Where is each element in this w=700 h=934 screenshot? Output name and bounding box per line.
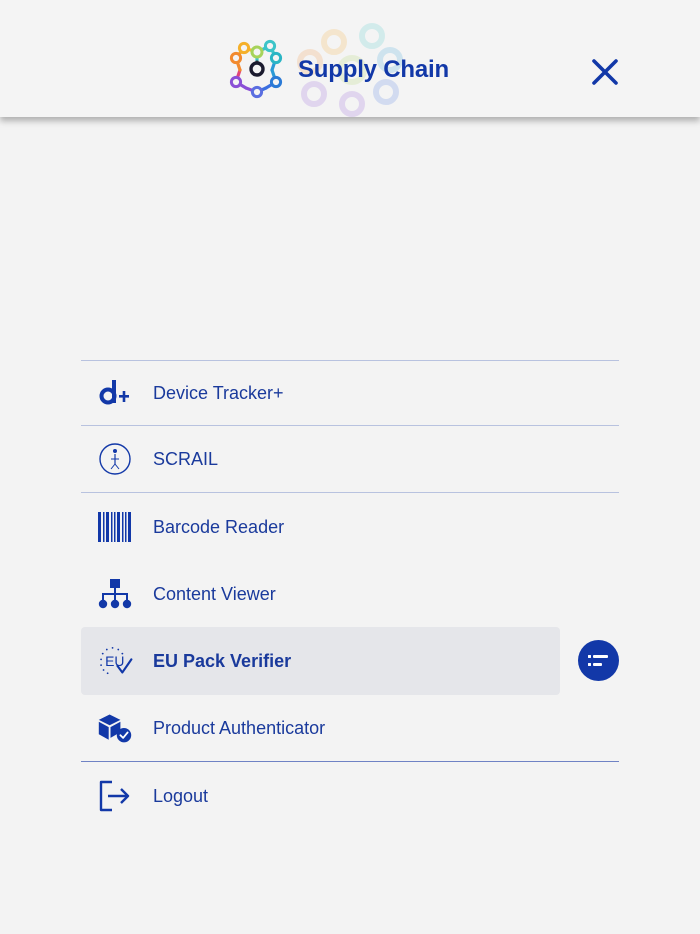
supply-chain-logo-icon — [226, 38, 288, 102]
device-tracker-icon — [97, 375, 133, 411]
scrail-icon — [97, 441, 133, 477]
logout-icon — [97, 778, 133, 814]
list-filter-icon — [587, 654, 608, 666]
list-filter-button[interactable] — [578, 640, 619, 681]
menu-item-scrail[interactable]: SCRAIL — [81, 426, 619, 492]
brand-title: Supply Chain — [298, 56, 449, 83]
menu-item-label: Barcode Reader — [153, 516, 285, 537]
menu-item-label: SCRAIL — [153, 448, 219, 469]
hierarchy-icon — [97, 576, 133, 612]
menu-item-label: Content Viewer — [153, 583, 276, 604]
menu-item-logout[interactable]: Logout — [81, 762, 619, 830]
close-button[interactable] — [588, 55, 622, 89]
menu-item-label: EU Pack Verifier — [153, 650, 292, 671]
menu-item-product-authenticator[interactable]: Product Authenticator — [81, 695, 619, 761]
menu-item-barcode-reader[interactable]: Barcode Reader — [81, 493, 619, 561]
app-header: Supply Chain — [0, 0, 700, 117]
box-check-icon — [97, 710, 133, 746]
eu-check-icon: EU — [97, 643, 133, 679]
menu-item-label: Device Tracker+ — [153, 382, 284, 403]
close-icon — [592, 59, 618, 85]
menu-item-label: Product Authenticator — [153, 717, 326, 738]
main-menu: Device Tracker+ SCRAIL Barcode Reader Co… — [81, 360, 619, 830]
logout-label: Logout — [153, 785, 209, 806]
svg-text:EU: EU — [105, 653, 124, 669]
menu-item-content-viewer[interactable]: Content Viewer — [81, 561, 619, 627]
brand: Supply Chain — [226, 23, 449, 117]
menu-item-eu-pack-verifier[interactable]: EU EU Pack Verifier — [81, 627, 560, 695]
menu-item-device-tracker[interactable]: Device Tracker+ — [81, 361, 619, 425]
barcode-icon — [97, 509, 133, 545]
